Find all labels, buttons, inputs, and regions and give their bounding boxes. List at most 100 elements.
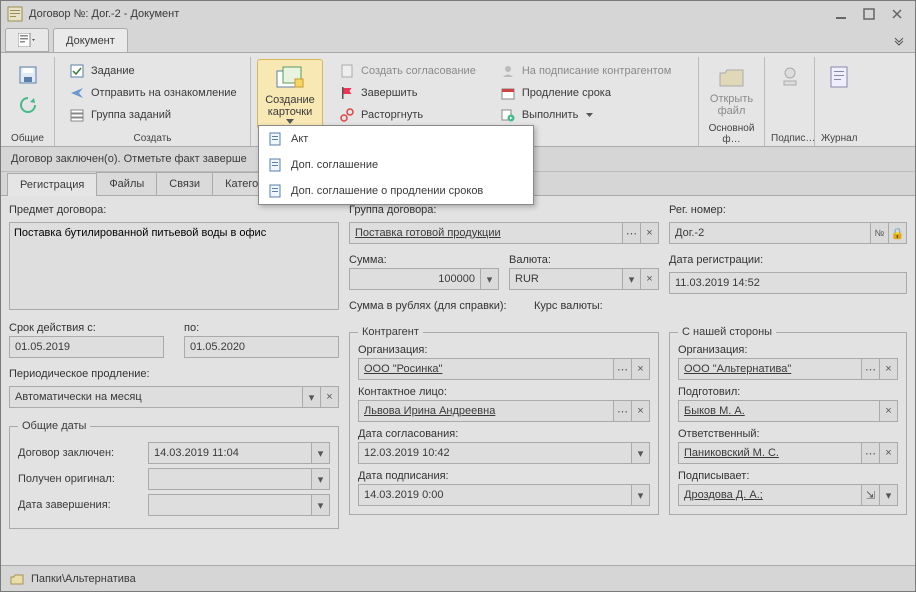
dropdown-icon[interactable]: ▾ (311, 495, 329, 515)
valid-from-label: Срок действия с: (9, 322, 164, 334)
responsible-field[interactable]: Паниковский М. С. ⋯ × (678, 442, 898, 464)
ribbon-task-label: Задание (91, 65, 135, 77)
clear-icon[interactable]: × (879, 401, 897, 421)
doc-icon (267, 183, 283, 199)
ribbon-create-card-label: Создание карточки (260, 94, 320, 118)
responsible-label: Ответственный: (678, 428, 898, 440)
ribbon-create-agreement[interactable]: Создать согласование (335, 61, 480, 81)
ribbon-task-group[interactable]: Группа заданий (65, 105, 241, 125)
our-org-field[interactable]: ООО "Альтернатива" ⋯ × (678, 358, 898, 380)
valid-to-field[interactable]: 01.05.2020 (184, 336, 339, 358)
valid-to-value: 01.05.2020 (190, 341, 245, 353)
reg-num-value: Дог.-2 (670, 227, 870, 239)
doc-icon (267, 157, 283, 173)
dropdown-icon[interactable]: ▾ (631, 443, 649, 463)
minimize-button[interactable] (829, 5, 853, 23)
collapse-ribbon-button[interactable] (889, 30, 909, 50)
clear-icon[interactable]: × (631, 359, 649, 379)
contact-field[interactable]: Львова Ирина Андреевна ⋯ × (358, 400, 650, 422)
lookup-icon[interactable]: ⋯ (861, 443, 879, 463)
ribbon-log[interactable] (821, 59, 857, 97)
lookup-icon[interactable]: ⋯ (613, 401, 631, 421)
tab-links[interactable]: Связи (156, 172, 213, 195)
expand-icon[interactable]: ⇲ (861, 485, 879, 505)
tab-files[interactable]: Файлы (96, 172, 157, 195)
dropdown-icon[interactable]: ▾ (311, 469, 329, 489)
sign-date-field[interactable]: 14.03.2019 0:00 ▾ (358, 484, 650, 506)
app-menu-button[interactable] (5, 28, 49, 52)
refresh-icon[interactable] (16, 93, 40, 117)
ribbon-task[interactable]: Задание (65, 61, 241, 81)
dropdown-icon[interactable]: ▾ (311, 443, 329, 463)
ribbon-finish[interactable]: Завершить (335, 83, 480, 103)
clear-icon[interactable]: × (640, 269, 658, 289)
menu-item-act[interactable]: Акт (259, 126, 533, 152)
ribbon-terminate[interactable]: Расторгнуть (335, 105, 480, 125)
org-field[interactable]: ООО "Росинка" ⋯ × (358, 358, 650, 380)
folder-icon (717, 63, 747, 91)
ribbon-group-common: Общие (7, 131, 48, 144)
tab-registration[interactable]: Регистрация (7, 173, 97, 196)
end-label: Дата завершения: (18, 499, 138, 511)
currency-field[interactable]: RUR ▾ × (509, 268, 659, 290)
signer-value: Дроздова Д. А.; (679, 489, 861, 501)
ribbon-group-mainf: Основной ф… (705, 121, 758, 145)
folder-icon (9, 571, 25, 587)
ribbon-open-file[interactable]: Открыть файл (705, 59, 758, 121)
save-icon[interactable] (16, 63, 40, 87)
concluded-label: Договор заключен: (18, 447, 138, 459)
card-icon (275, 64, 305, 92)
list-icon (69, 107, 85, 123)
clear-icon[interactable]: × (640, 223, 658, 243)
reg-date-label: Дата регистрации: (669, 254, 907, 266)
prepared-field[interactable]: Быков М. А. × (678, 400, 898, 422)
group-field[interactable]: Поставка готовой продукции ⋯ × (349, 222, 659, 244)
reg-num-field[interactable]: Дог.-2 № 🔒 (669, 222, 907, 244)
tab-document[interactable]: Документ (53, 28, 128, 52)
maximize-button[interactable] (857, 5, 881, 23)
clear-icon[interactable]: × (320, 387, 338, 407)
reg-date-field[interactable]: 11.03.2019 14:52 (669, 272, 907, 294)
lookup-icon[interactable]: ⋯ (613, 359, 631, 379)
close-button[interactable] (885, 5, 909, 23)
ribbon-acquaint[interactable]: Отправить на ознакомление (65, 83, 241, 103)
contact-label: Контактное лицо: (358, 386, 650, 398)
ribbon-create-card[interactable]: Создание карточки (257, 59, 323, 129)
menu-item-addendum[interactable]: Доп. соглашение (259, 152, 533, 178)
titlebar: Договор №: Дог.-2 - Документ (1, 1, 915, 27)
footer-path[interactable]: Папки\Альтернатива (31, 573, 136, 585)
valid-from-value: 01.05.2019 (15, 341, 70, 353)
dropdown-icon[interactable]: ▾ (302, 387, 320, 407)
sum-field[interactable]: 100000 ▾ (349, 268, 499, 290)
stepper-icon[interactable]: ▾ (480, 269, 498, 289)
periodic-field[interactable]: Автоматически на месяц ▾ × (9, 386, 339, 408)
dropdown-icon[interactable]: ▾ (879, 485, 897, 505)
ribbon-extend[interactable]: Продление срока (496, 83, 675, 103)
calendar-icon (500, 85, 516, 101)
clear-icon[interactable]: × (631, 401, 649, 421)
ribbon-task-group-label: Группа заданий (91, 109, 171, 121)
sign-date-value: 14.03.2019 0:00 (359, 489, 631, 501)
flag-icon (339, 85, 355, 101)
ribbon-execute[interactable]: Выполнить (496, 105, 675, 125)
unlink-icon (339, 107, 355, 123)
lock-icon[interactable]: 🔒 (888, 223, 906, 243)
signer-field[interactable]: Дроздова Д. А.; ⇲ ▾ (678, 484, 898, 506)
ribbon-sign[interactable] (771, 59, 808, 97)
lookup-icon[interactable]: ⋯ (861, 359, 879, 379)
valid-from-field[interactable]: 01.05.2019 (9, 336, 164, 358)
dropdown-icon[interactable]: ▾ (631, 485, 649, 505)
agree-date-field[interactable]: 12.03.2019 10:42 ▾ (358, 442, 650, 464)
clear-icon[interactable]: × (879, 359, 897, 379)
menu-item-extension[interactable]: Доп. соглашение о продлении сроков (259, 178, 533, 204)
subject-field[interactable] (9, 222, 339, 310)
lookup-icon[interactable]: ⋯ (622, 223, 640, 243)
number-icon[interactable]: № (870, 223, 888, 243)
clear-icon[interactable]: × (879, 443, 897, 463)
contact-value: Львова Ирина Андреевна (359, 405, 613, 417)
currency-value: RUR (510, 273, 622, 285)
org-label: Организация: (358, 344, 650, 356)
reg-num-label: Рег. номер: (669, 204, 907, 216)
ribbon-sign-counterparty[interactable]: На подписание контрагентом (496, 61, 675, 81)
dropdown-icon[interactable]: ▾ (622, 269, 640, 289)
